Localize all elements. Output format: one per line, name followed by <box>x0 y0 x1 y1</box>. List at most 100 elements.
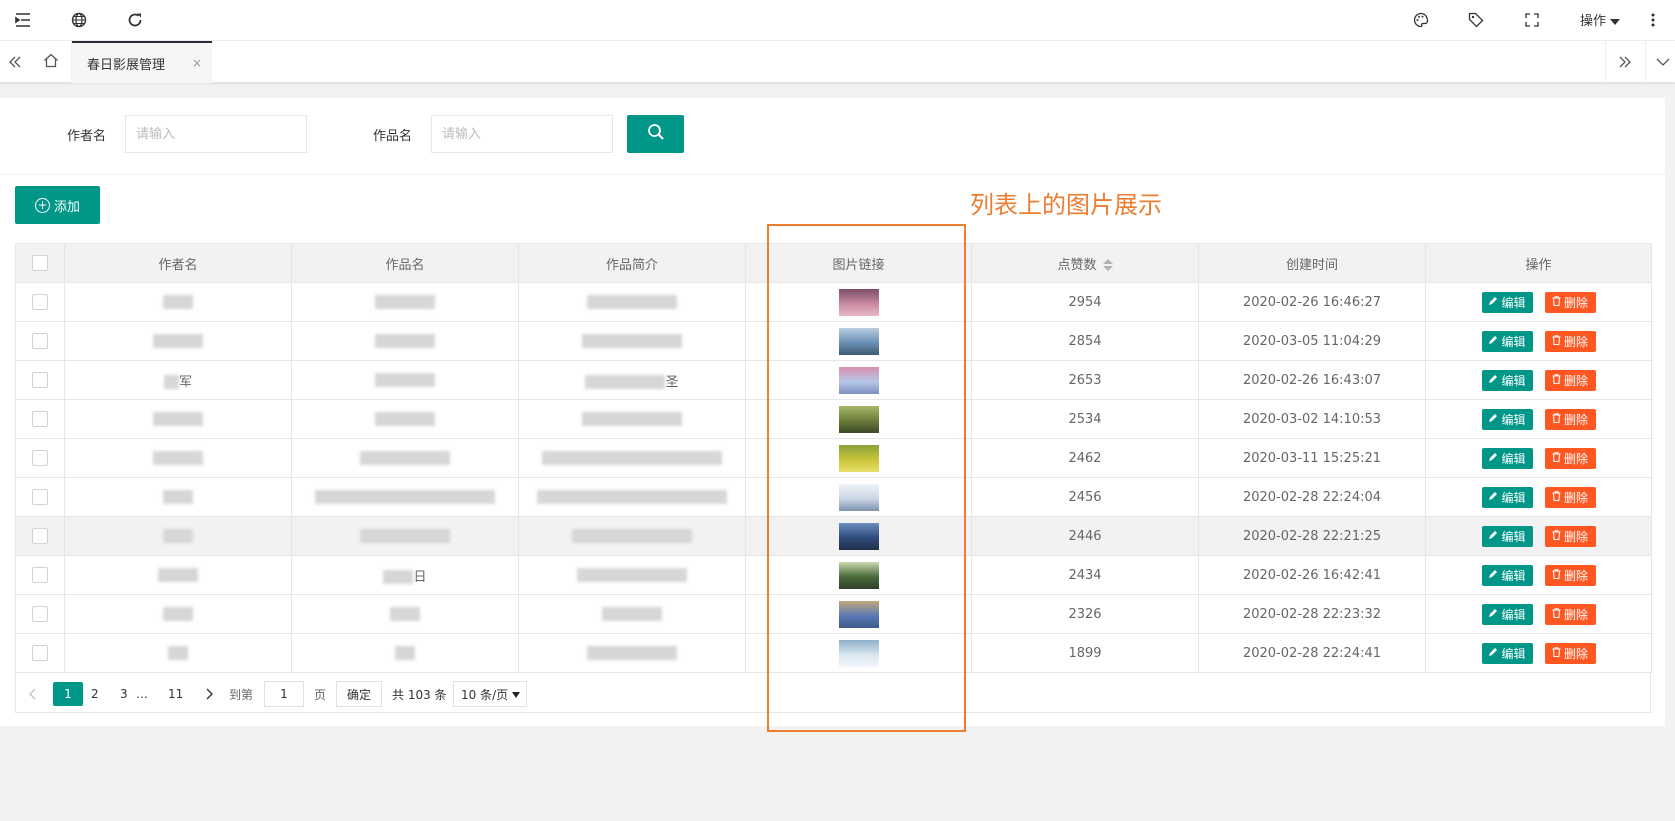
tab-scroll-right-icon[interactable] <box>1610 41 1640 83</box>
delete-button[interactable]: 删除 <box>1544 447 1596 469</box>
delete-label: 删除 <box>1563 490 1588 505</box>
delete-button[interactable]: 删除 <box>1544 642 1596 664</box>
image-cell <box>745 516 972 556</box>
menu-fold-icon[interactable] <box>12 9 34 31</box>
edit-button[interactable]: 编辑 <box>1481 330 1533 352</box>
page-1[interactable]: 1 <box>53 682 83 706</box>
row-checkbox[interactable] <box>32 606 48 622</box>
palette-icon[interactable] <box>1410 9 1432 31</box>
row-checkbox[interactable] <box>32 645 48 661</box>
actions-cell: 编辑 删除 <box>1425 594 1652 634</box>
image-thumbnail[interactable] <box>838 366 879 394</box>
row-checkbox[interactable] <box>32 450 48 466</box>
edit-button[interactable]: 编辑 <box>1481 603 1533 625</box>
delete-button[interactable]: 删除 <box>1544 486 1596 508</box>
edit-button[interactable]: 编辑 <box>1481 408 1533 430</box>
tag-icon[interactable] <box>1465 9 1487 31</box>
pencil-icon <box>1488 451 1498 465</box>
row-checkbox[interactable] <box>32 411 48 427</box>
delete-button[interactable]: 删除 <box>1544 408 1596 430</box>
delete-button[interactable]: 删除 <box>1544 330 1596 352</box>
tab-spring-exhibition[interactable]: 春日影展管理 × <box>72 41 212 83</box>
select-all-checkbox[interactable] <box>32 255 48 271</box>
prev-page-icon[interactable] <box>28 682 36 706</box>
next-page-icon[interactable] <box>206 682 214 706</box>
intro-cell <box>518 516 746 556</box>
total-count: 共 103 条 <box>392 687 447 702</box>
page-11[interactable]: 11 <box>168 682 183 706</box>
edit-button[interactable]: 编辑 <box>1481 564 1533 586</box>
sort-icon[interactable] <box>1102 259 1113 271</box>
page-size-select[interactable]: 10 条/页 <box>453 681 527 707</box>
trash-icon <box>1552 295 1561 309</box>
home-tab[interactable] <box>30 41 72 83</box>
edit-button[interactable]: 编辑 <box>1481 369 1533 391</box>
row-checkbox[interactable] <box>32 294 48 310</box>
image-thumbnail[interactable] <box>838 600 879 628</box>
work-search-input[interactable] <box>431 115 613 153</box>
author-text: 军 <box>178 374 192 390</box>
trash-icon <box>1552 607 1561 621</box>
add-button[interactable]: + 添加 <box>15 186 100 224</box>
delete-button[interactable]: 删除 <box>1544 369 1596 391</box>
goto-page-input[interactable] <box>264 681 304 707</box>
image-thumbnail[interactable] <box>838 561 879 589</box>
redacted-text <box>163 607 193 621</box>
delete-button[interactable]: 删除 <box>1544 564 1596 586</box>
edit-button[interactable]: 编辑 <box>1481 291 1533 313</box>
globe-icon[interactable] <box>68 9 90 31</box>
edit-button[interactable]: 编辑 <box>1481 486 1533 508</box>
image-thumbnail[interactable] <box>838 522 879 550</box>
page-3[interactable]: 3 <box>120 682 128 706</box>
image-thumbnail[interactable] <box>838 405 879 433</box>
more-vertical-icon[interactable] <box>1642 9 1664 31</box>
author-search-input[interactable] <box>125 115 307 153</box>
refresh-icon[interactable] <box>124 9 146 31</box>
image-thumbnail[interactable] <box>838 483 879 511</box>
edit-button[interactable]: 编辑 <box>1481 447 1533 469</box>
row-checkbox[interactable] <box>32 528 48 544</box>
image-thumbnail[interactable] <box>838 327 879 355</box>
tab-bar: 春日影展管理 × <box>0 41 1675 83</box>
delete-label: 删除 <box>1563 451 1588 466</box>
delete-button[interactable]: 删除 <box>1544 525 1596 547</box>
likes-cell: 2653 <box>971 360 1199 400</box>
close-icon[interactable]: × <box>192 56 202 70</box>
created-cell: 2020-02-28 22:24:41 <box>1198 633 1426 673</box>
image-cell <box>745 438 972 478</box>
delete-button[interactable]: 删除 <box>1544 603 1596 625</box>
edit-button[interactable]: 编辑 <box>1481 642 1533 664</box>
redacted-text <box>542 451 722 465</box>
header-likes[interactable]: 点赞数 <box>971 243 1199 283</box>
tab-menu-chevron-down-icon[interactable] <box>1648 41 1675 83</box>
table-row: 2462 2020-03-11 15:25:21 编辑 删除 <box>15 438 1652 478</box>
tab-scroll-left-icon[interactable] <box>0 41 30 83</box>
image-cell <box>745 321 972 361</box>
row-checkbox[interactable] <box>32 372 48 388</box>
operations-dropdown[interactable]: 操作 <box>1580 10 1621 29</box>
delete-button[interactable]: 删除 <box>1544 291 1596 313</box>
goto-confirm-button[interactable]: 确定 <box>336 681 382 707</box>
row-select-cell <box>15 321 65 361</box>
image-thumbnail[interactable] <box>838 639 879 667</box>
tab-label: 春日影展管理 <box>87 57 166 73</box>
goto-label: 到第 <box>229 687 254 702</box>
table-row: 日 2434 2020-02-26 16:42:41 编辑 删除 <box>15 555 1652 595</box>
search-button[interactable] <box>627 115 684 153</box>
image-thumbnail[interactable] <box>838 288 879 316</box>
created-cell: 2020-02-26 16:46:27 <box>1198 282 1426 322</box>
home-icon <box>43 53 59 72</box>
header-likes-label: 点赞数 <box>1057 257 1097 273</box>
edit-button[interactable]: 编辑 <box>1481 525 1533 547</box>
add-label: 添加 <box>53 199 80 215</box>
pencil-icon <box>1488 334 1498 348</box>
image-thumbnail[interactable] <box>838 444 879 472</box>
fullscreen-icon[interactable] <box>1521 9 1543 31</box>
page-2[interactable]: 2 <box>91 682 99 706</box>
edit-label: 编辑 <box>1501 490 1526 505</box>
pencil-icon <box>1488 607 1498 621</box>
row-checkbox[interactable] <box>32 489 48 505</box>
created-cell: 2020-02-28 22:23:32 <box>1198 594 1426 634</box>
row-checkbox[interactable] <box>32 567 48 583</box>
row-checkbox[interactable] <box>32 333 48 349</box>
